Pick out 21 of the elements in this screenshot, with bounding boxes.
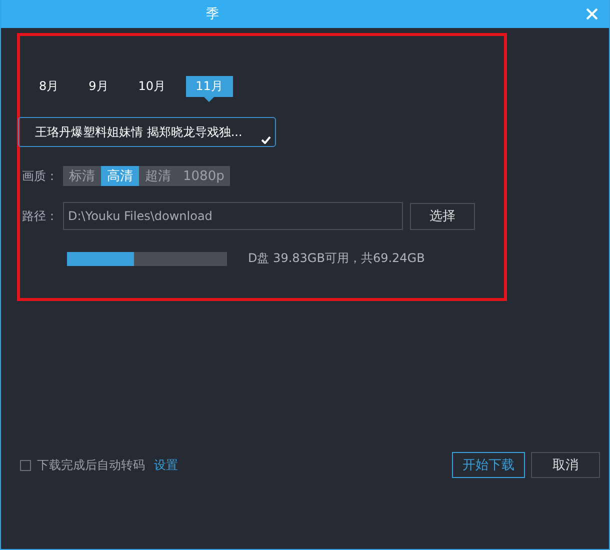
episode-dropdown[interactable]: 王珞丹爆塑料姐妹情 揭郑晓龙导戏独... (18, 117, 276, 147)
path-label: 路径： (22, 208, 59, 224)
quality-label: 画质： (22, 168, 59, 184)
check-icon (261, 136, 271, 144)
close-icon (586, 8, 598, 20)
start-download-button[interactable]: 开始下载 (452, 452, 525, 478)
month-tab[interactable]: 9月 (78, 76, 118, 97)
tab-pointer-icon (204, 97, 214, 102)
quality-option[interactable]: 1080p (177, 166, 230, 186)
choose-button[interactable]: 选择 (410, 202, 475, 230)
path-field[interactable]: D:\Youku Files\download (63, 202, 403, 230)
window-title: 季 (206, 6, 219, 23)
disk-space-text: D盘 39.83GB可用，共69.24GB (248, 250, 425, 267)
month-tab[interactable]: 10月 (128, 76, 176, 97)
cancel-button[interactable]: 取消 (531, 452, 600, 478)
month-tab[interactable]: 8月 (29, 76, 69, 97)
settings-link[interactable]: 设置 (154, 456, 178, 474)
quality-option[interactable]: 超清 (139, 166, 177, 186)
transcode-checkbox[interactable] (20, 460, 31, 470)
quality-option[interactable]: 标清 (63, 166, 101, 186)
transcode-label: 下载完成后自动转码 (37, 456, 145, 474)
